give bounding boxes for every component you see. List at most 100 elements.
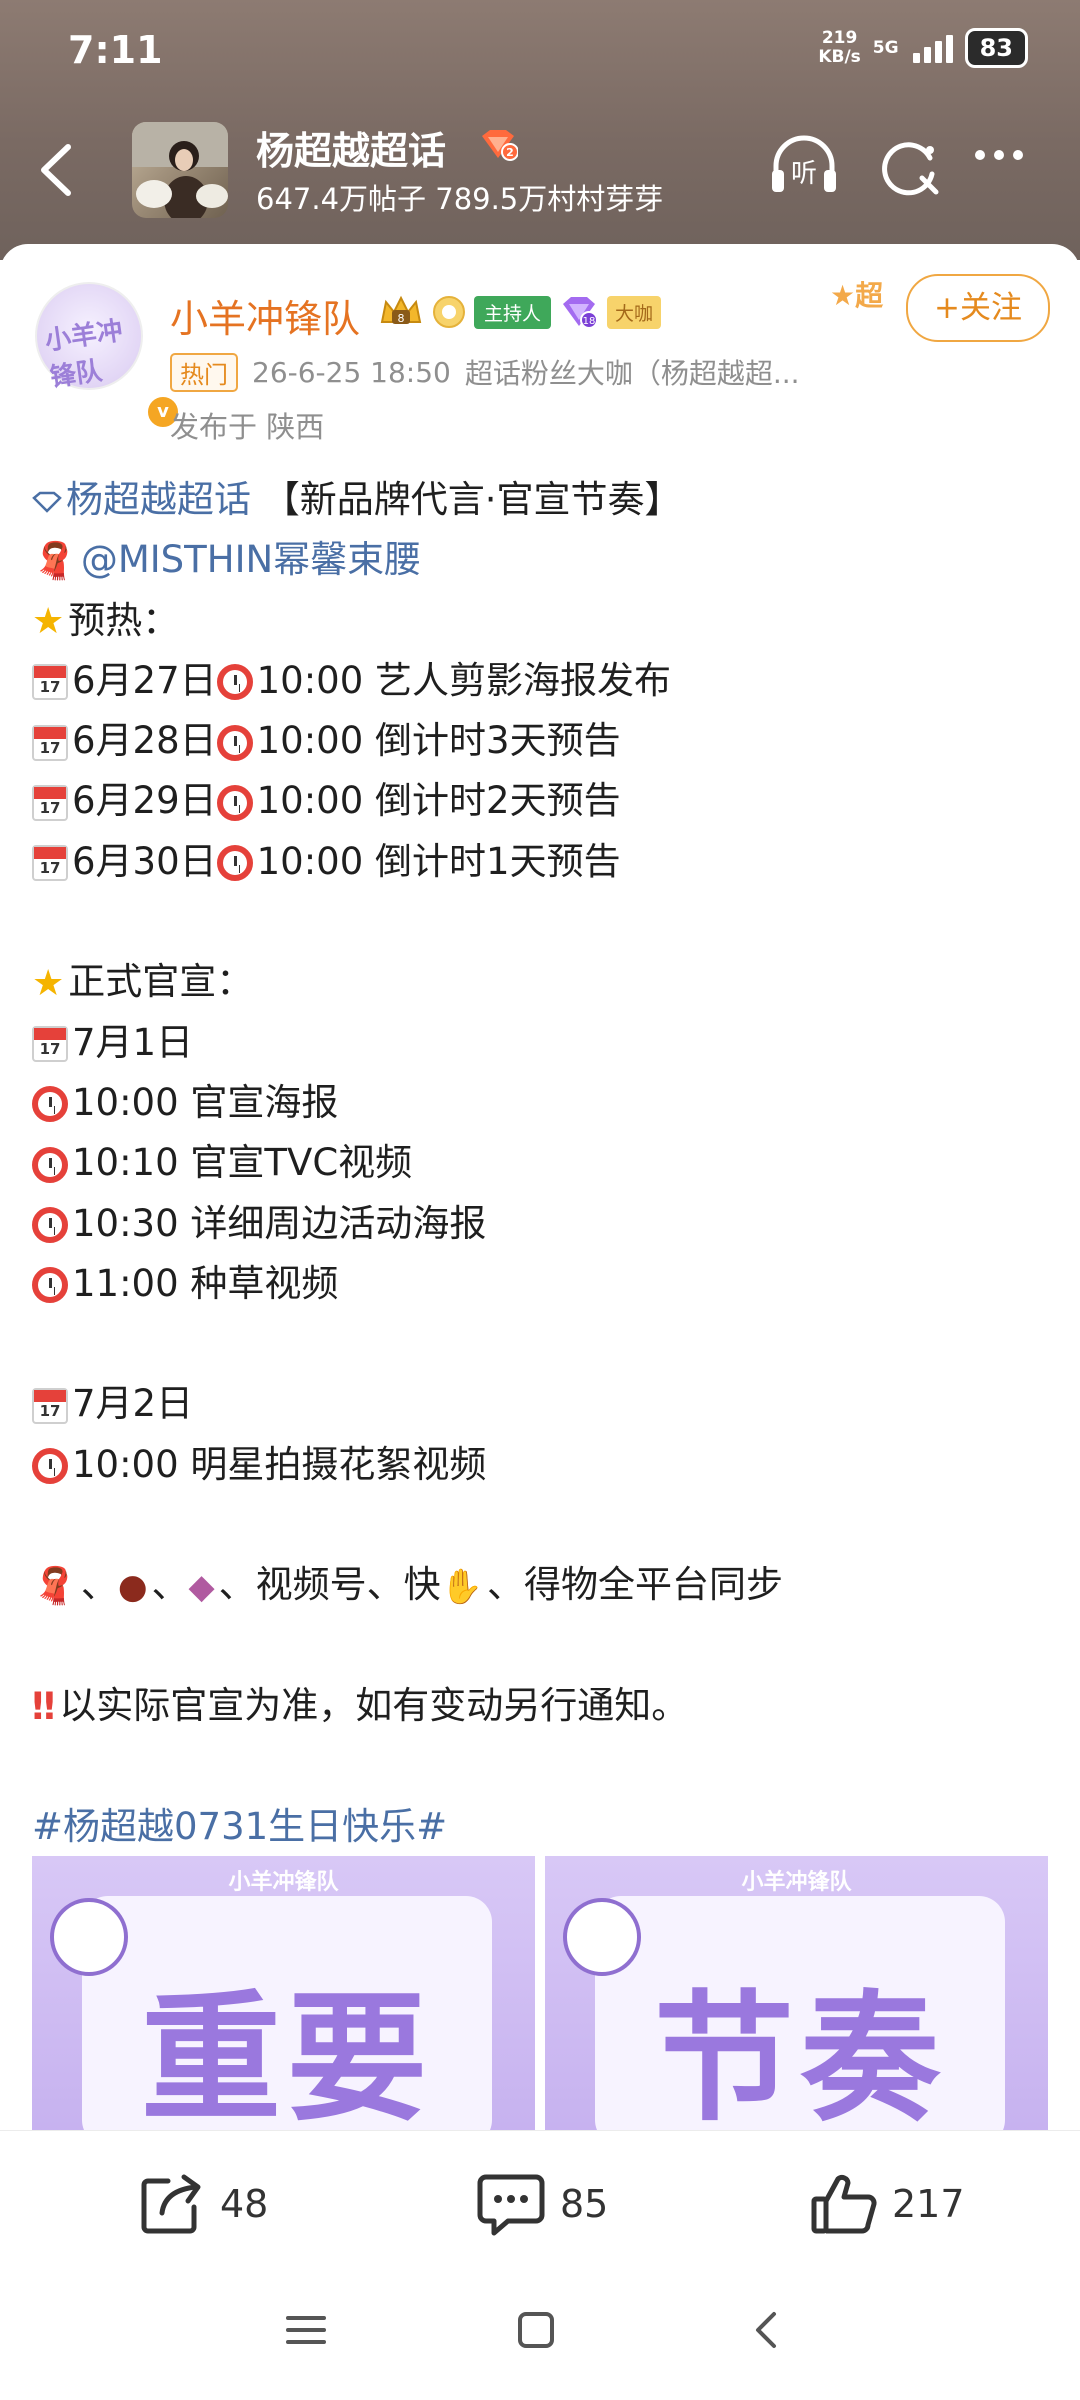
share-button[interactable]: 48 [138,2171,268,2237]
chevron-left-icon [756,2312,776,2348]
more-dot-icon [975,150,985,160]
schedule-line: 6月30日10:00 倒计时1天预告 [32,832,1048,892]
crown-badge-icon: 8 [380,295,422,325]
menu-nav-button[interactable] [284,2308,328,2356]
more-button[interactable] [975,145,1032,164]
svg-text:听: 听 [791,159,817,189]
network-speed: 219 KB/s [818,28,861,67]
author-badges: 8 主持人 18 大咖 [378,292,662,332]
level-badge: 大咖 [607,295,662,329]
topic-header: 7:11 219 KB/s 5G 83 杨超越超话 2 647.4万帖子 789… [0,0,1080,260]
hot-tag: 热门 [170,352,238,392]
post-images: 小羊冲锋队 重要 小羊冲锋队 节奏 [32,1856,1048,2130]
alarm-clock-icon [32,1146,68,1183]
post-headline: 【新品牌代言·官宣节奏】 [262,478,682,521]
post-image[interactable]: 小羊冲锋队 重要 [32,1856,535,2130]
status-icons: 219 KB/s 5G 83 [818,28,1028,68]
brand-mention[interactable]: @MISTHIN幂馨束腰 [81,538,421,581]
platforms-line: 🧣 、● 、◆ 、视频号、快✋ 、得物全平台同步 [32,1555,1048,1615]
waving-hand-icon: ✋ [440,1566,483,1607]
calendar-icon [32,1387,68,1424]
schedule-line: 6月28日10:00 倒计时3天预告 [32,711,1048,771]
schedule-line: 6月27日10:00 艺人剪影海报发布 [32,651,1048,711]
svg-text:8: 8 [398,312,405,325]
alarm-clock-icon [32,1267,68,1304]
alarm-clock-icon [216,724,253,761]
topic-title[interactable]: 杨超越超话 [256,120,446,175]
listen-button[interactable]: 听 [768,132,840,200]
alarm-clock-icon [216,845,253,882]
official-title-line: ★ 正式官宣： [32,952,1048,1012]
battery-icon: 83 [964,28,1028,68]
super-topic-badge-icon: 2 [478,128,519,166]
post-card: 小羊冲锋队 v 小羊冲锋队 8 主持人 18 大咖 ★超 +关注 热门 26-6… [0,244,1080,2130]
post-datetime: 26-6-25 18:50 [252,355,451,389]
like-button[interactable]: 217 [810,2171,965,2237]
alarm-clock-icon [32,1086,68,1123]
calendar-icon [32,724,68,761]
avatar-text: 小羊冲锋队 [43,315,125,394]
back-nav-button[interactable] [744,2308,788,2356]
share-count: 48 [220,2182,269,2226]
alarm-clock-icon [32,1448,68,1485]
home-nav-button[interactable] [514,2308,558,2356]
hashtag-link[interactable]: #杨超越0731生日快乐# [32,1805,447,1848]
scarf-icon: 🧣 [32,1565,77,1607]
refresh-icon [882,142,939,196]
calendar-icon [32,784,68,821]
schedule-line: 10:30 详细周边活动海报 [32,1194,1048,1254]
date-line: 7月2日 [32,1374,1048,1434]
post-image[interactable]: 小羊冲锋队 节奏 [545,1856,1048,2130]
super-fan-tag: ★超 [830,279,884,312]
alarm-clock-icon [216,664,253,701]
thumbs-up-icon [811,2174,877,2234]
square-icon [518,2312,554,2348]
host-badge: 主持人 [474,295,552,329]
alarm-clock-icon [32,1207,68,1244]
schedule-line: 10:00 官宣海报 [32,1073,1048,1133]
date-line: 7月1日 [32,1013,1048,1073]
notice-line: ‼ 以实际官宣为准，如有变动另行通知。 [32,1676,1048,1736]
svg-text:2: 2 [506,146,514,159]
fan-title: 超话粉丝大咖（杨超越超... [464,357,800,390]
comment-count: 85 [560,2182,609,2226]
chevron-left-icon [41,144,71,196]
network-type: 5G [872,38,899,58]
schedule-line: 10:10 官宣TVC视频 [32,1133,1048,1193]
star-icon: ★ [32,962,65,1004]
comment-icon [477,2174,545,2236]
diamond-level-icon: 18 [563,297,599,329]
topic-stats: 647.4万帖子 789.5万村村芽芽 [256,182,664,216]
status-bar: 7:11 219 KB/s 5G 83 [0,0,1080,100]
topic-diamond-icon [32,491,62,513]
topic-avatar[interactable] [132,122,228,218]
post-body: 杨超越超话 【新品牌代言·官宣节奏】 🧣@MISTHIN幂馨束腰 ★预热： 6月… [32,470,1048,1857]
author-avatar[interactable]: 小羊冲锋队 v [35,282,181,430]
hashtag-line: #杨超越0731生日快乐# [32,1797,1048,1857]
scarf-icon: 🧣 [32,540,77,582]
calendar-icon [32,1026,68,1063]
like-count: 217 [892,2182,965,2226]
back-button[interactable] [32,135,82,205]
topic-link[interactable]: 杨超越超话 [66,478,251,521]
follow-button[interactable]: +关注 [906,274,1050,342]
calendar-icon [32,845,68,882]
share-icon [141,2174,201,2234]
brand-line: 🧣 @MISTHIN幂馨束腰 [32,530,1048,590]
schedule-line: 11:00 种草视频 [32,1254,1048,1314]
star-icon: ★ [32,600,65,642]
system-nav-bar [0,2270,1080,2400]
host-emblem-icon [433,296,465,328]
comment-button[interactable]: 85 [476,2171,608,2237]
action-bar: 48 85 217 [0,2130,1080,2271]
hamburger-icon [286,2316,326,2344]
calendar-icon [32,664,68,701]
warmup-title-line: ★ 预热： [32,591,1048,651]
refresh-button[interactable] [880,136,942,202]
svg-text:18: 18 [583,316,596,327]
status-time: 7:11 [68,28,163,72]
schedule-line: 6月29日10:00 倒计时2天预告 [32,771,1048,831]
headphones-icon: 听 [772,135,836,192]
post-meta: 热门 26-6-25 18:50 超话粉丝大咖（杨超越超... [170,352,800,392]
author-name[interactable]: 小羊冲锋队 [170,288,360,343]
